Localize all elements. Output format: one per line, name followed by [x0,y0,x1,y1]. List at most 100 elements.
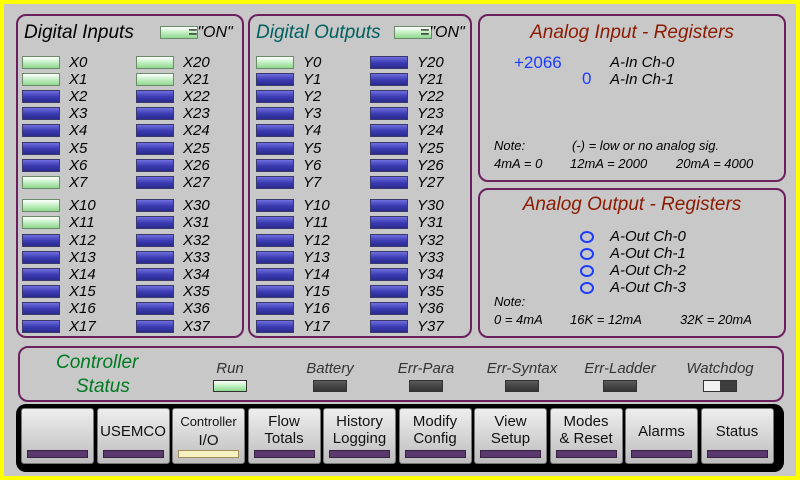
nav-button-label-line2: Setup [490,430,531,447]
nav-button-label-line2: Totals [264,430,304,447]
nav-button-modify-config[interactable]: Modify Config [398,408,472,464]
nav-button-modes-reset[interactable]: Modes & Reset [549,408,623,464]
status-indicator [136,302,174,316]
digital-output-point-y21: Y21 [370,71,444,88]
digital-input-point-x0: X0 [22,54,87,71]
digital-outputs-title: Digital Outputs [256,22,381,43]
io-label: Y22 [417,87,444,105]
status-indicator [256,302,294,316]
nav-button-status[interactable]: Status [700,408,774,464]
digital-input-point-x1: X1 [22,70,88,88]
status-indicator [22,319,60,333]
status-led-watchdog [703,380,737,392]
status-indicator [136,216,174,230]
io-label: X4 [69,122,88,140]
nav-button-indicator-bar [253,450,315,458]
io-label: X26 [183,156,210,174]
status-indicator [136,233,174,247]
digital-inputs-panel: Digital Inputs ="ON" X0 X1 X2 X3 X4 X5 X6 X7 X10… [16,14,244,338]
nav-button-label-line1: USEMCO [100,423,166,440]
digital-output-point-y3: Y3 [256,105,322,123]
status-indicator [136,285,174,299]
nav-button-indicator-bar [480,450,541,458]
status-indicator [136,175,174,189]
status-indicator [370,72,408,86]
nav-button-flow-totals[interactable]: Flow Totals [247,408,321,464]
digital-input-point-x31: X31 [136,214,210,232]
status-label-err-para: Err-Para [397,360,455,377]
digital-output-point-y32: Y32 [370,232,444,249]
analog-out-value-indicator [580,231,594,243]
nav-button-history-logging[interactable]: History Logging [323,408,396,464]
hmi-screen: Digital Inputs ="ON" X0 X1 X2 X3 X4 X5 X6 X7 X10… [4,4,796,476]
analog-in-scale-1: 4mA = 0 [494,156,543,171]
analog-out-scale-2: 16K = 12mA [570,312,642,327]
digital-input-point-x15: X15 [22,283,96,300]
nav-button-view-setup[interactable]: View Setup [474,408,547,464]
status-indicator [136,124,174,138]
analog-in-note-text: (-) = low or no analog sig. [572,138,720,153]
controller-status-title-line1: Controller [56,352,139,373]
io-label: Y13 [303,248,330,266]
digital-input-point-x17: X17 [22,318,96,335]
digital-input-point-x23: X23 [136,105,210,122]
io-label: X24 [183,122,210,140]
analog-in-scale-3: 20mA = 4000 [676,156,754,171]
io-label: X16 [69,300,96,318]
digital-input-point-x26: X26 [136,156,210,174]
io-label: X31 [183,214,210,232]
nav-button-controller-i-o[interactable]: Controller I/O [172,408,245,464]
nav-button-indicator-bar [555,450,617,458]
io-label: X33 [183,248,210,266]
status-indicator [22,72,60,86]
digital-input-point-x4: X4 [22,122,88,140]
digital-output-point-y26: Y26 [370,157,444,174]
io-label: Y2 [303,87,322,105]
io-label: Y23 [417,105,444,123]
nav-button-label-line1: Modify [412,413,458,430]
status-indicator [136,72,174,86]
io-label: Y3 [303,105,322,123]
digital-output-point-y1: Y1 [256,71,321,88]
nav-button-indicator-bar [178,450,239,458]
nav-button-label-line1: Controller [180,414,237,429]
nav-button-blank[interactable] [21,408,94,464]
digital-output-point-y13: Y13 [256,248,330,266]
status-indicator [136,267,174,281]
on-legend-text: ="ON" [188,24,233,41]
analog-out-channel-label: A-Out Ch-3 [610,279,686,296]
digital-input-point-x33: X33 [136,248,210,266]
io-label: Y35 [417,283,444,301]
status-indicator [256,285,294,299]
digital-output-point-y14: Y14 [256,266,330,283]
nav-button-usemco[interactable]: USEMCO [96,408,170,464]
digital-input-point-x2: X2 [22,88,87,105]
digital-inputs-title: Digital Inputs [24,22,134,43]
digital-input-point-x32: X32 [136,232,210,249]
status-indicator [256,107,294,121]
analog-in-ch0-value: +2066 [514,53,562,72]
nav-button-label-line1: View [494,413,527,430]
io-label: X1 [69,70,88,88]
status-indicator [256,72,294,86]
digital-input-point-x16: X16 [22,300,96,318]
io-label: Y33 [417,248,444,266]
status-led-err-para [409,380,443,392]
status-led-err-ladder [603,380,637,392]
status-indicator [256,141,294,155]
status-indicator [22,250,60,264]
digital-output-point-y2: Y2 [256,87,322,105]
digital-output-point-y11: Y11 [256,214,329,231]
digital-output-point-y30: Y30 [370,197,444,214]
analog-input-panel: Analog Input - Registers +2066 A-In Ch-0… [478,14,786,182]
nav-button-alarms[interactable]: Alarms [625,408,698,464]
io-label: Y10 [303,197,330,215]
digital-input-point-x14: X14 [22,266,96,283]
status-indicator [370,319,408,333]
io-label: Y36 [417,300,444,318]
status-indicator [370,175,408,189]
status-label-battery: Battery [306,360,354,377]
digital-output-point-y37: Y37 [370,318,444,335]
digital-output-point-y17: Y17 [256,318,330,335]
io-label: Y7 [303,173,322,191]
